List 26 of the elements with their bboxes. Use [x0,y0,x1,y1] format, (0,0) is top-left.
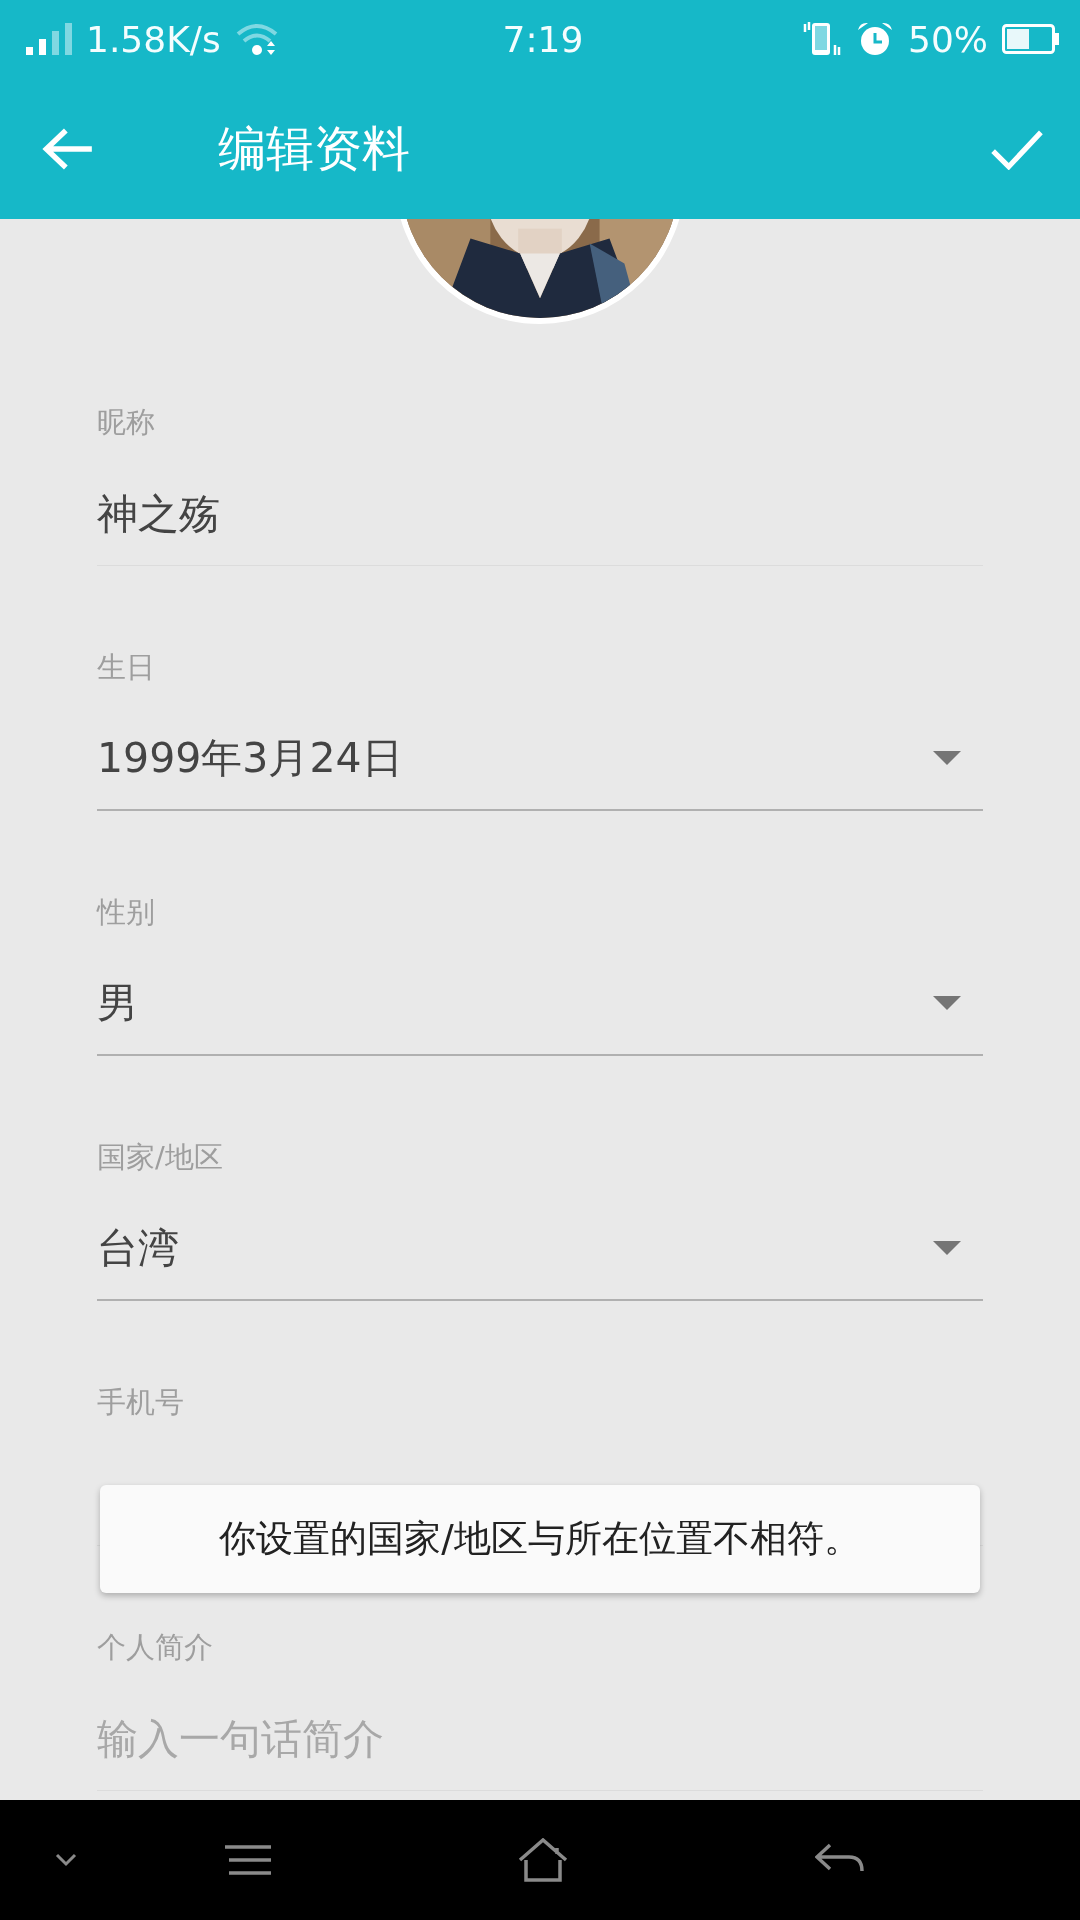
battery-icon [1002,24,1060,54]
field-label: 性别 [97,894,156,931]
dropdown-arrow-icon [933,1241,961,1255]
toast-message: 你设置的国家/地区与所在位置不相符。 [100,1485,980,1593]
home-icon[interactable] [518,1838,568,1882]
chevron-down-icon[interactable] [55,1853,77,1867]
field-label: 国家/地区 [97,1139,224,1176]
clock-time: 7:19 [502,18,584,60]
field-label: 手机号 [97,1384,185,1421]
dropdown-arrow-icon [933,996,961,1010]
dropdown-field[interactable]: 台湾 [97,1219,983,1301]
field-label: 昵称 [97,404,156,441]
dropdown-field[interactable]: 男 [97,974,983,1056]
menu-icon[interactable] [223,1845,273,1875]
wifi-icon [234,22,279,56]
signal-icon [26,23,72,55]
input-field[interactable]: 神之殇 [97,484,983,566]
field-label: 个人简介 [97,1629,214,1666]
battery-percent: 50% [908,18,988,60]
alarm-icon [856,21,894,57]
network-speed: 1.58K/s [86,18,221,60]
field-label: 生日 [97,649,156,686]
page-title: 编辑资料 [218,118,411,178]
dropdown-field[interactable]: 1999年3月24日 [97,729,983,811]
vibrate-icon [802,21,842,57]
dropdown-arrow-icon [933,751,961,765]
